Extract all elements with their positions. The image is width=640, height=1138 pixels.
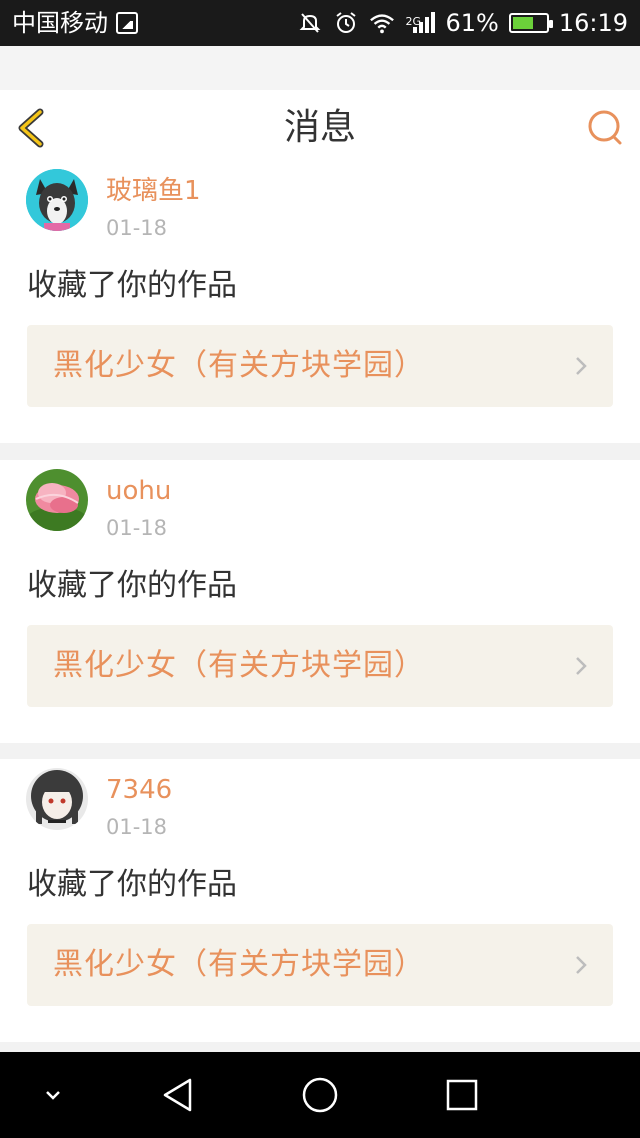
clock: 16:19 [558, 9, 628, 37]
battery-percent: 61% [445, 9, 499, 37]
alarm-icon [333, 10, 359, 36]
chevron-right-icon [576, 956, 587, 974]
back-nav-button[interactable] [155, 1072, 201, 1118]
recents-square-icon [446, 1079, 478, 1111]
action-text: 收藏了你的作品 [27, 568, 237, 603]
work-link[interactable]: 黑化少女（有关方块学园） [27, 325, 613, 407]
username[interactable]: uohu [106, 475, 171, 507]
search-icon [588, 110, 622, 145]
signal-icon: 2G [405, 10, 436, 36]
chevron-right-icon [576, 657, 587, 675]
top-spacer [0, 46, 640, 90]
carrier-label: 中国移动 [12, 9, 108, 37]
action-text: 收藏了你的作品 [27, 268, 237, 303]
chevron-right-icon [576, 357, 587, 375]
page-title: 消息 [283, 107, 356, 148]
app-header: 消息 [0, 90, 640, 166]
avatar[interactable] [26, 169, 88, 231]
message-date: 01-18 [106, 516, 168, 540]
message-date: 01-18 [106, 216, 168, 240]
wifi-icon [369, 10, 395, 36]
work-title: 黑化少女（有关方块学园） [53, 947, 425, 982]
husky-avatar [26, 169, 88, 231]
work-link[interactable]: 黑化少女（有关方块学园） [27, 625, 613, 707]
action-text: 收藏了你的作品 [27, 867, 237, 902]
back-triangle-icon [163, 1078, 192, 1112]
battery-icon [508, 13, 553, 33]
status-bar: 中国移动 2G 61% 16:19 [0, 0, 640, 46]
message-card[interactable]: uohu 01-18 收藏了你的作品 黑化少女（有关方块学园） [0, 460, 640, 743]
work-link[interactable]: 黑化少女（有关方块学园） [27, 924, 613, 1006]
hide-keyboard-button[interactable] [30, 1072, 76, 1118]
username[interactable]: 7346 [106, 774, 172, 806]
search-button[interactable] [586, 108, 626, 148]
avatar[interactable] [26, 469, 88, 531]
username[interactable]: 玻璃鱼1 [106, 175, 201, 207]
message-card[interactable]: 7346 01-18 收藏了你的作品 黑化少女（有关方块学园） [0, 759, 640, 1042]
system-nav-bar [0, 1052, 640, 1138]
battery-level [512, 17, 533, 29]
gallery-icon [116, 12, 138, 34]
recents-nav-button[interactable] [439, 1072, 485, 1118]
home-circle-icon [302, 1077, 338, 1113]
message-card[interactable]: 玻璃鱼1 01-18 收藏了你的作品 黑化少女（有关方块学园） [0, 160, 640, 443]
message-date: 01-18 [106, 815, 168, 839]
hide-keyboard-icon [46, 1091, 60, 1100]
lotus-avatar [26, 469, 88, 531]
mute-icon [297, 10, 323, 36]
home-nav-button[interactable] [297, 1072, 343, 1118]
work-title: 黑化少女（有关方块学园） [53, 348, 425, 383]
work-title: 黑化少女（有关方块学园） [53, 648, 425, 683]
anime-girl-avatar [26, 768, 88, 830]
avatar[interactable] [26, 768, 88, 830]
